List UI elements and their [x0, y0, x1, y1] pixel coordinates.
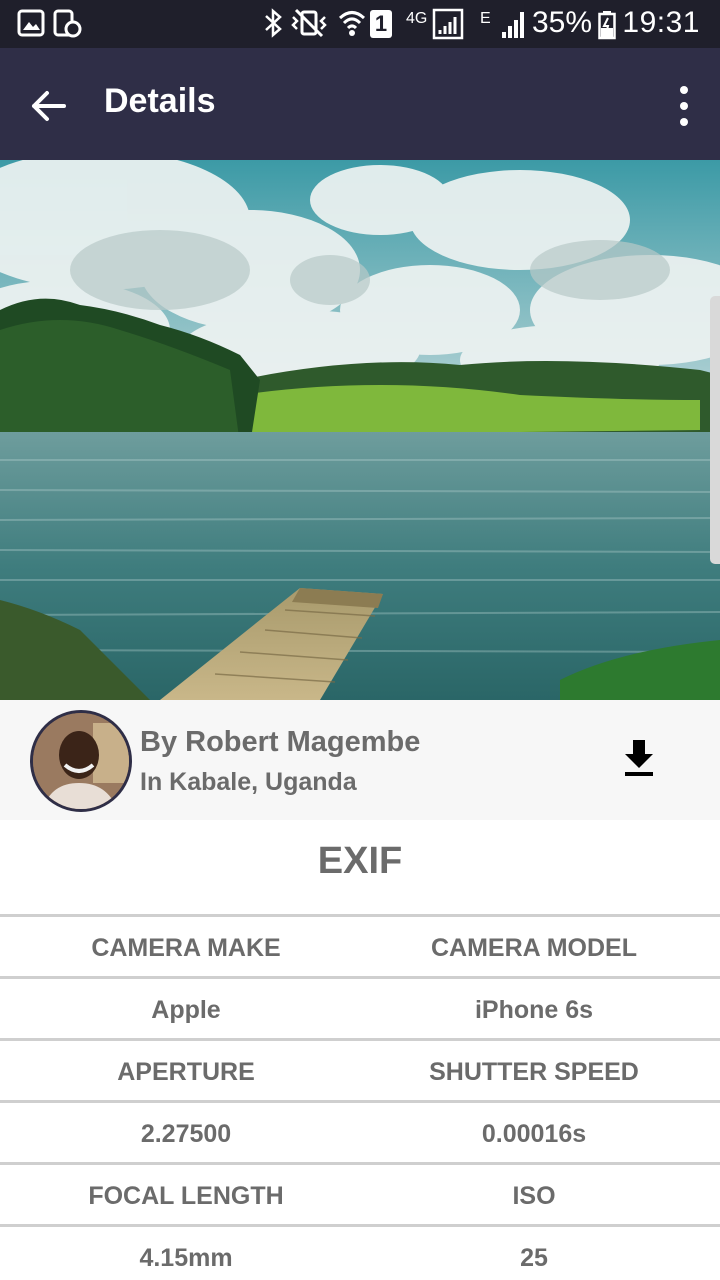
landscape-image	[0, 160, 720, 700]
wifi-icon	[338, 11, 366, 36]
author-name[interactable]: By Robert Magembe	[140, 726, 420, 759]
shutter-speed-value: 0.00016s	[481, 1120, 587, 1148]
photo[interactable]	[0, 160, 720, 700]
signal-icon	[432, 8, 464, 40]
page-title: Details	[104, 82, 216, 120]
back-arrow-icon[interactable]	[28, 84, 72, 128]
more-options-icon[interactable]	[676, 84, 692, 128]
signal-icon-2	[502, 12, 524, 38]
divider	[0, 1100, 720, 1103]
exif-heading: EXIF	[317, 840, 403, 882]
camera-model-value: iPhone 6s	[474, 996, 594, 1024]
author-location: In Kabale, Uganda	[140, 768, 357, 796]
network-e-label: E	[480, 10, 491, 27]
focal-length-label: FOCAL LENGTH	[88, 1182, 284, 1210]
focal-length-value: 4.15mm	[139, 1244, 233, 1272]
iso-label: ISO	[512, 1182, 556, 1210]
download-icon[interactable]	[622, 738, 656, 778]
vibrate-icon	[291, 8, 327, 38]
bluetooth-icon	[265, 8, 282, 38]
iso-value: 25	[520, 1244, 548, 1272]
avatar[interactable]	[30, 710, 132, 812]
network-4g-label: 4G	[406, 10, 428, 27]
aperture-label: APERTURE	[117, 1058, 255, 1086]
camera-make-label: CAMERA MAKE	[91, 934, 281, 962]
battery-icon	[598, 11, 616, 40]
clock: 19:31	[622, 6, 700, 39]
author-row: By Robert Magembe In Kabale, Uganda	[0, 700, 720, 820]
app-bar: Details	[0, 48, 720, 160]
divider	[0, 1224, 720, 1227]
camera-model-label: CAMERA MODEL	[430, 934, 637, 962]
shutter-speed-label: SHUTTER SPEED	[429, 1058, 639, 1086]
camera-make-value: Apple	[151, 996, 221, 1024]
battery-percent: 35%	[531, 6, 592, 39]
scroll-thumb[interactable]	[710, 296, 720, 564]
aperture-value: 2.27500	[140, 1120, 232, 1148]
gallery-icon	[17, 9, 45, 37]
alarm-icon	[53, 9, 82, 38]
divider	[0, 976, 720, 979]
divider	[0, 1162, 720, 1165]
status-bar: 1 4G E 35% 19:31	[0, 0, 720, 48]
author-photo	[33, 713, 129, 809]
divider	[0, 1038, 720, 1041]
sim-1-icon: 1	[370, 10, 392, 38]
divider	[0, 914, 720, 917]
